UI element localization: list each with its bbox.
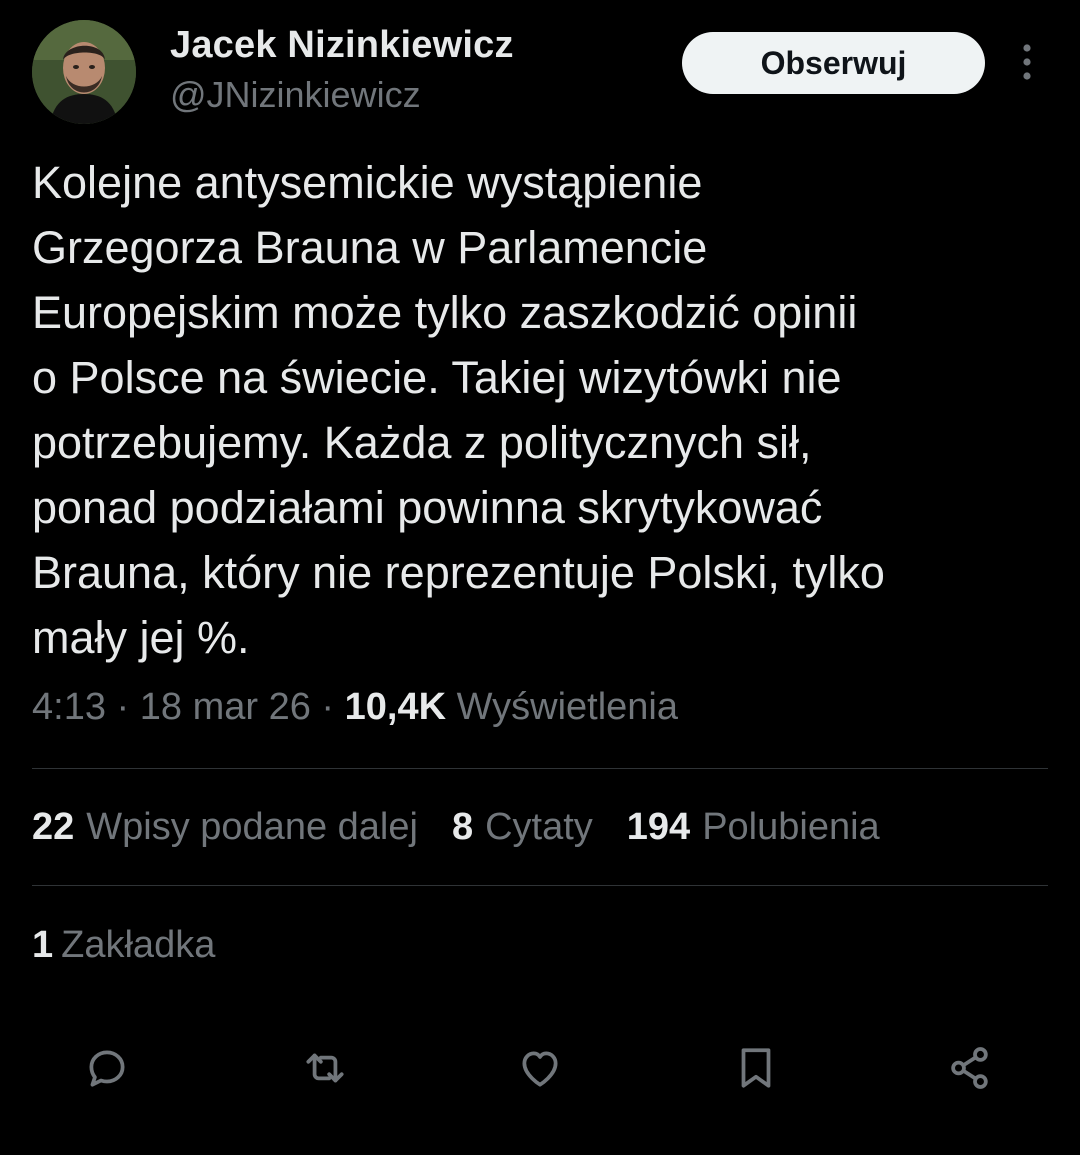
tweet-time[interactable]: 4:13: [32, 686, 106, 728]
repost-icon[interactable]: [295, 1038, 355, 1098]
engagement-stats: 22 Wpisy podane dalej 8 Cytaty 194 Polubien…: [32, 806, 880, 849]
reposts-label: Wpisy podane dalej: [86, 806, 418, 848]
views-count: 10,4K: [344, 686, 447, 728]
reply-icon[interactable]: [77, 1038, 137, 1098]
share-icon[interactable]: [940, 1038, 1000, 1098]
quotes-stat[interactable]: 8 Cytaty: [452, 806, 593, 849]
quotes-count: 8: [451, 806, 474, 848]
author-display-name[interactable]: Jacek Nizinkiewicz: [170, 24, 514, 67]
divider: [32, 885, 1048, 886]
likes-count: 194: [626, 806, 691, 848]
avatar-image: [32, 20, 136, 124]
tweet-meta: 4:13 · 18 mar 26 · 10,4K Wyświetlenia: [32, 686, 678, 729]
quotes-label: Cytaty: [485, 806, 593, 848]
divider: [32, 768, 1048, 769]
author-handle[interactable]: @JNizinkiewicz: [170, 74, 421, 116]
meta-separator: ·: [321, 686, 335, 728]
reposts-stat[interactable]: 22 Wpisy podane dalej: [32, 806, 418, 849]
likes-label: Polubienia: [702, 806, 880, 848]
tweet-detail: Jacek Nizinkiewicz @JNizinkiewicz Obserw…: [0, 0, 1080, 1155]
bookmark-icon[interactable]: [726, 1038, 786, 1098]
tweet-text: Kolejne antysemickie wystąpienie Grzegor…: [32, 157, 885, 663]
likes-stat[interactable]: 194 Polubienia: [627, 806, 880, 849]
views-label: Wyświetlenia: [456, 686, 678, 728]
bookmarks-label: Zakładka: [61, 924, 216, 966]
tweet-date[interactable]: 18 mar 26: [140, 686, 311, 728]
more-vertical-icon[interactable]: [1010, 42, 1044, 82]
meta-separator: ·: [116, 686, 130, 728]
heart-icon[interactable]: [510, 1038, 570, 1098]
avatar[interactable]: [32, 20, 136, 124]
bookmarks-count: 1: [32, 924, 54, 966]
reposts-count: 22: [32, 806, 75, 848]
follow-button[interactable]: Obserwuj: [682, 32, 985, 94]
bookmarks-stat[interactable]: 1 Zakładka: [32, 924, 215, 967]
